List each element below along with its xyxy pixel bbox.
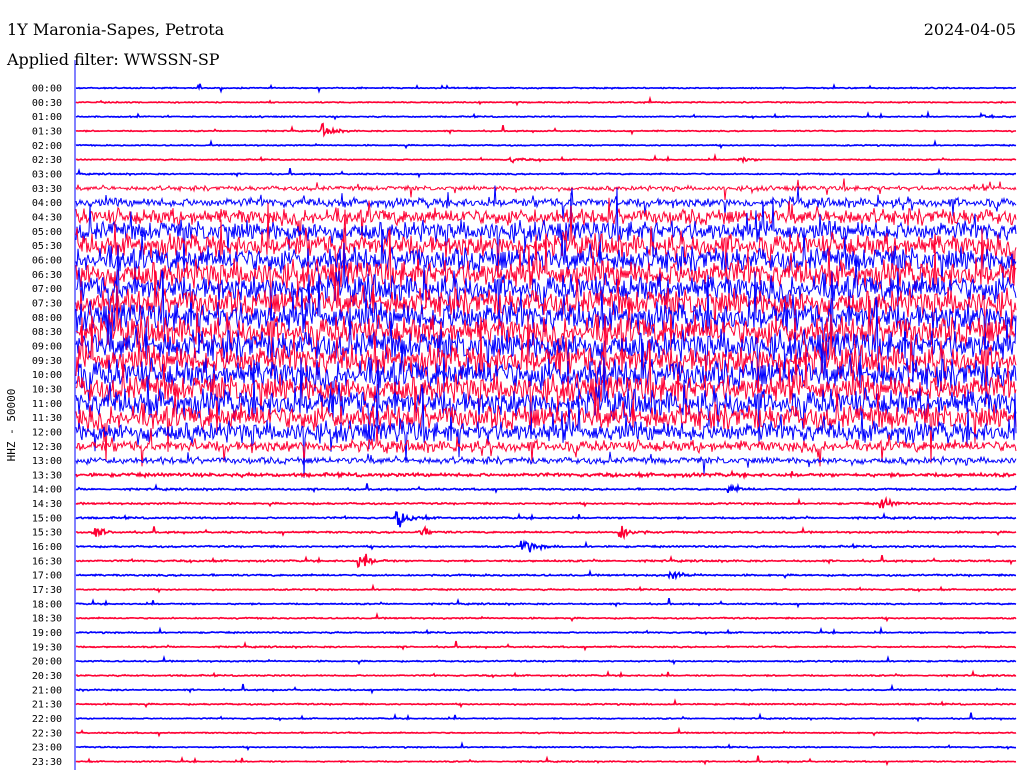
trace-2230	[75, 726, 1017, 738]
trace-0300	[75, 167, 1016, 179]
channel-label: HHZ - 50000	[5, 389, 18, 462]
trace-2000	[75, 655, 1017, 666]
trace-0130	[75, 122, 1017, 138]
row-time-label: 06:30	[32, 270, 62, 281]
row-time-label: 04:00	[32, 198, 62, 209]
trace-0030	[75, 95, 1016, 107]
row-time-label: 20:30	[32, 671, 62, 682]
row-time-label: 15:30	[32, 528, 62, 539]
row-time-label: 10:00	[32, 370, 62, 381]
row-time-label: 17:30	[32, 585, 62, 596]
trace-1700	[75, 569, 1016, 581]
trace-1600	[75, 539, 1017, 553]
row-time-label: 14:30	[32, 499, 62, 510]
trace-1500	[75, 510, 1017, 528]
row-time-label: 15:00	[32, 513, 62, 524]
row-time-label: 08:00	[32, 313, 62, 324]
trace-2330	[75, 755, 1017, 767]
trace-0000	[75, 83, 1017, 94]
row-time-label: 06:00	[32, 255, 62, 266]
trace-1900	[75, 625, 1017, 636]
row-time-label: 22:30	[32, 728, 62, 739]
row-time-label: 16:00	[32, 542, 62, 553]
trace-2300	[75, 741, 1017, 752]
trace-1800	[75, 597, 1017, 609]
trace-0100	[75, 109, 1017, 121]
row-time-label: 18:30	[32, 614, 62, 625]
row-time-label: 20:00	[32, 657, 62, 668]
row-time-label: 19:00	[32, 628, 62, 639]
trace-2030	[75, 669, 1017, 679]
row-time-label: 16:30	[32, 556, 62, 567]
row-time-label: 07:00	[32, 284, 62, 295]
row-time-label: 03:30	[32, 184, 62, 195]
trace-1330	[75, 469, 1017, 480]
row-time-label: 11:30	[32, 413, 62, 424]
row-time-label: 19:30	[32, 642, 62, 653]
row-time-label: 17:00	[32, 571, 62, 582]
trace-0230	[75, 152, 1017, 165]
row-time-label: 23:30	[32, 757, 62, 768]
row-time-label: 05:00	[32, 227, 62, 238]
row-time-label: 00:30	[32, 98, 62, 109]
row-time-label: 07:30	[32, 298, 62, 309]
row-time-label: 01:30	[32, 126, 62, 137]
row-time-label: 21:30	[32, 700, 62, 711]
row-time-label: 02:30	[32, 155, 62, 166]
trace-1630	[75, 553, 1017, 569]
trace-0330	[75, 178, 1017, 201]
row-time-label: 23:00	[32, 743, 62, 754]
row-time-label: 09:30	[32, 356, 62, 367]
row-time-label: 00:00	[32, 84, 62, 95]
row-time-label: 01:00	[32, 112, 62, 123]
row-time-label: 12:00	[32, 427, 62, 438]
row-time-label: 13:00	[32, 456, 62, 467]
row-time-label: 18:00	[32, 599, 62, 610]
row-time-label: 04:30	[32, 212, 62, 223]
row-time-label: 02:00	[32, 141, 62, 152]
row-time-label: 03:00	[32, 169, 62, 180]
trace-1300	[75, 451, 1017, 475]
trace-0200	[75, 139, 1017, 150]
row-time-label: 08:30	[32, 327, 62, 338]
trace-1430	[75, 495, 1017, 509]
row-time-label: 22:00	[32, 714, 62, 725]
trace-2200	[75, 712, 1017, 723]
trace-2100	[75, 683, 1017, 695]
trace-1930	[76, 640, 1017, 652]
trace-1830	[75, 612, 1017, 623]
row-time-label: 14:00	[32, 485, 62, 496]
row-time-label: 11:00	[32, 399, 62, 410]
row-time-label: 12:30	[32, 442, 62, 453]
trace-1200	[75, 387, 1017, 478]
trace-2130	[75, 698, 1017, 709]
trace-1730	[76, 583, 1017, 594]
row-time-label: 10:30	[32, 384, 62, 395]
helicorder-plot: HHZ - 50000 00:00 00:30 01:00 01:30 02:00 02:…	[5, 60, 1017, 770]
trace-1530	[75, 524, 1017, 541]
trace-1400	[75, 482, 1017, 494]
row-time-label: 21:00	[32, 685, 62, 696]
row-time-label: 13:30	[32, 470, 62, 481]
row-time-label: 09:00	[32, 341, 62, 352]
row-time-label: 05:30	[32, 241, 62, 252]
